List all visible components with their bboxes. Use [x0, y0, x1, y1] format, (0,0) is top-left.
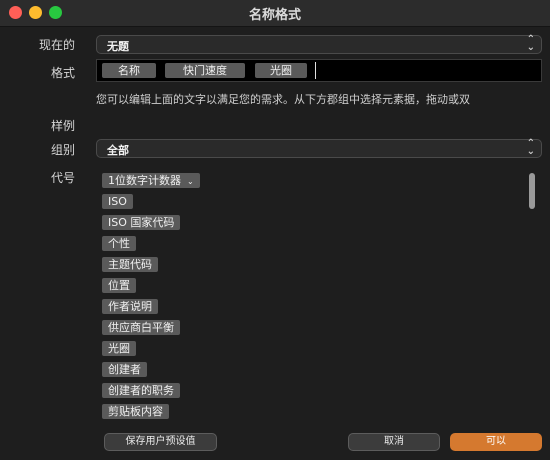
format-token-aperture[interactable]: 光圈 — [255, 63, 307, 78]
code-item[interactable]: 供应商白平衡 — [102, 320, 180, 335]
instruction-text: 您可以编辑上面的文字以满足您的需求。从下方郡组中选择元素据，拖动或双 — [96, 93, 470, 106]
code-item[interactable]: 个性 — [102, 236, 136, 251]
code-item[interactable]: 创建者的职务 — [102, 383, 180, 398]
code-item[interactable]: 作者说明 — [102, 299, 158, 314]
code-label: 代号 — [51, 171, 76, 185]
code-item[interactable]: 1位数字计数器 ⌄ — [102, 173, 200, 188]
code-item[interactable]: ISO — [102, 194, 133, 209]
chevron-down-icon: ⌄ — [187, 177, 194, 186]
code-item[interactable]: 位置 — [102, 278, 136, 293]
format-token-shutter-speed[interactable]: 快门速度 — [165, 63, 245, 78]
group-value: 全部 — [107, 144, 129, 157]
code-item[interactable]: ISO 国家代码 — [102, 215, 181, 230]
chevron-updown-icon: ⌃ ⌄ — [526, 138, 535, 157]
save-preset-button[interactable]: 保存用户预设值 — [104, 433, 217, 451]
code-item[interactable]: 光圈 — [102, 341, 136, 356]
code-item[interactable]: 剪贴板内容 — [102, 404, 169, 419]
code-item[interactable]: 创建者 — [102, 362, 147, 377]
code-item[interactable]: 主题代码 — [102, 257, 158, 272]
text-caret — [315, 62, 316, 79]
title-bar: 名称格式 — [0, 0, 550, 27]
chevron-updown-icon: ⌃ ⌄ — [526, 34, 535, 53]
list-scrollbar[interactable] — [529, 173, 535, 209]
format-token-field[interactable]: 名称 快门速度 光圈 — [96, 59, 542, 82]
current-preset-value: 无题 — [107, 40, 129, 53]
format-label: 格式 — [51, 66, 76, 80]
current-label: 现在的 — [39, 38, 76, 52]
ok-button[interactable]: 可以 — [450, 433, 542, 451]
group-popup[interactable]: 全部 ⌃ ⌄ — [96, 139, 542, 158]
group-label: 组别 — [51, 143, 76, 157]
example-label: 样例 — [51, 119, 76, 133]
code-item-label: 1位数字计数器 — [108, 174, 181, 187]
cancel-button[interactable]: 取消 — [348, 433, 440, 451]
current-preset-popup[interactable]: 无题 ⌃ ⌄ — [96, 35, 542, 54]
format-token-name[interactable]: 名称 — [102, 63, 156, 78]
code-element-list: 1位数字计数器 ⌄ ISO ISO 国家代码 个性 主题代码 位置 作者说明 供应… — [100, 172, 520, 422]
window-title: 名称格式 — [248, 8, 301, 23]
